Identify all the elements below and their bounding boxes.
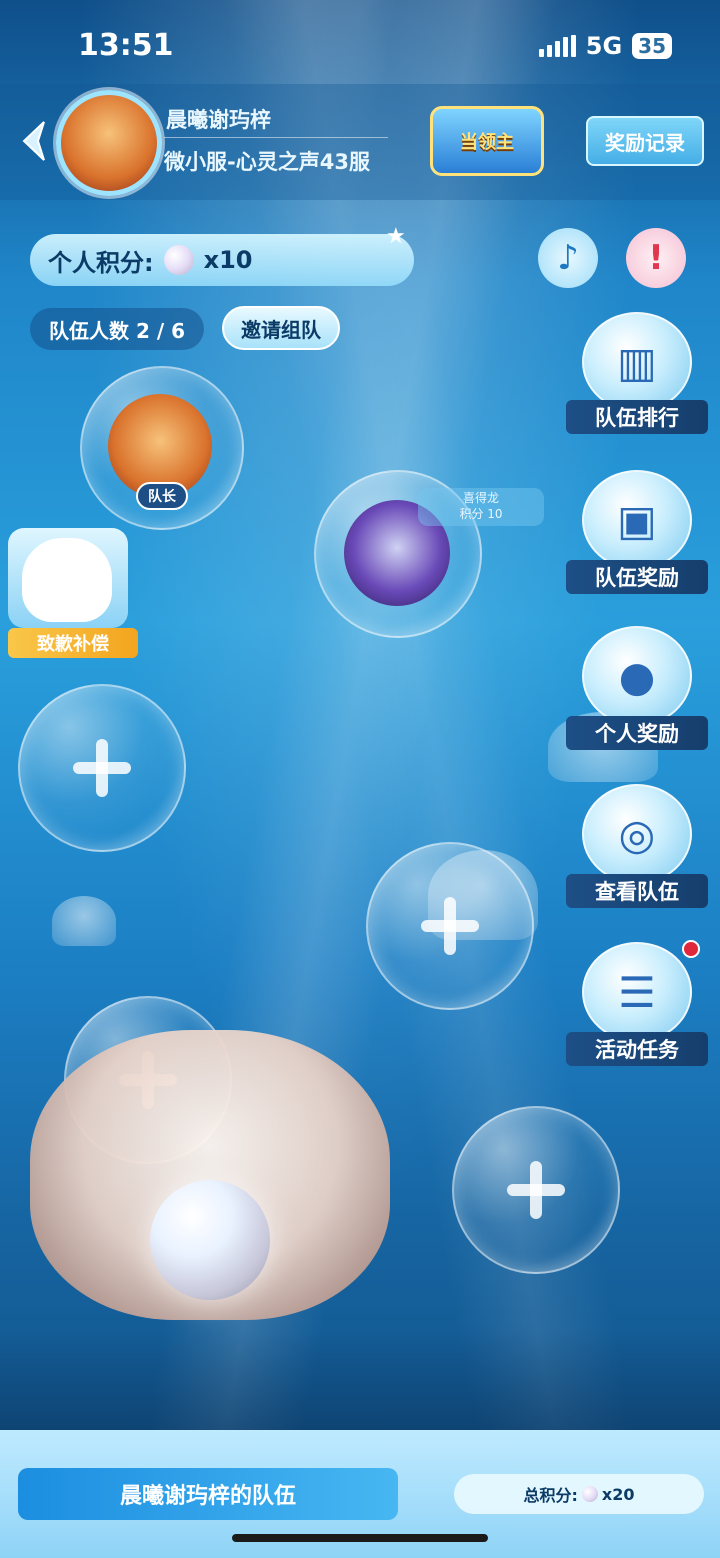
network-label: 5G [585, 32, 623, 60]
total-value: x20 [601, 1484, 635, 1504]
back-arrow-icon[interactable] [18, 118, 48, 164]
side-label: 查看队伍 [566, 874, 708, 908]
pearl-icon [581, 1486, 598, 1502]
home-indicator[interactable] [232, 1534, 488, 1542]
invite-team-button[interactable]: 邀请组队 [222, 306, 340, 350]
ghost-mascot-icon [22, 538, 112, 622]
alert-icon[interactable]: ! [626, 228, 686, 288]
game-logo: 当领主 [430, 106, 544, 176]
task-clipboard-icon: ☰ [582, 942, 692, 1042]
empty-slot-4[interactable] [452, 1106, 620, 1274]
total-label: 总积分: [523, 1486, 578, 1505]
music-icon[interactable]: ♪ [538, 228, 598, 288]
battery-icon: 35 [632, 33, 672, 59]
name-divider [164, 137, 388, 138]
reward-record-button[interactable]: 奖励记录 [586, 116, 704, 166]
team-count: 队伍人数 2 / 6 [30, 308, 204, 350]
score-value: x10 [203, 246, 253, 274]
team-rewards-button[interactable]: ▣ 队伍奖励 [566, 470, 708, 594]
server-name: 微小服-心灵之声43服 [164, 150, 370, 174]
team-name: 晨曦谢玙梓的队伍 [18, 1468, 398, 1520]
personal-rewards-button[interactable]: ● 个人奖励 [566, 626, 708, 750]
team-group-icon: ◎ [582, 784, 692, 884]
leader-badge: 队长 [136, 482, 188, 510]
plus-icon [73, 739, 131, 797]
status-indicators: 5G 35 [538, 32, 672, 60]
jellyfish-decoration [52, 896, 116, 946]
member-tag: 喜得龙 积分 10 [418, 488, 544, 526]
empty-slot-1[interactable] [18, 684, 186, 852]
signal-icon [538, 35, 576, 57]
pearl-icon [163, 245, 194, 275]
member-score: 积分 10 [459, 507, 503, 521]
plus-icon [507, 1161, 565, 1219]
player-avatar[interactable] [56, 90, 162, 196]
side-label: 个人奖励 [566, 716, 708, 750]
side-label: 队伍奖励 [566, 560, 708, 594]
side-label: 活动任务 [566, 1032, 708, 1066]
score-label: 个人积分: [48, 248, 154, 277]
member-name: 喜得龙 [462, 491, 499, 505]
ranking-podium-icon: ▥ [582, 312, 692, 412]
big-pearl-decoration [150, 1180, 270, 1300]
status-time: 13:51 [78, 28, 174, 63]
compensation-label[interactable]: 致歉补偿 [8, 628, 138, 658]
player-name: 晨曦谢玙梓 [166, 108, 271, 132]
personal-score-pill: 个人积分: x10 [30, 234, 414, 286]
treasure-chest-icon: ▣ [582, 470, 692, 570]
total-score-pill: 总积分: x20 [454, 1474, 704, 1514]
pearl-hand-icon: ● [582, 626, 692, 726]
seabed [0, 1330, 720, 1440]
activity-tasks-button[interactable]: ☰ 活动任务 [566, 942, 708, 1066]
view-team-button[interactable]: ◎ 查看队伍 [566, 784, 708, 908]
team-ranking-button[interactable]: ▥ 队伍排行 [566, 312, 708, 434]
side-label: 队伍排行 [566, 400, 708, 434]
star-icon: ★ [386, 224, 406, 249]
jellyfish-decoration [428, 850, 538, 940]
notification-dot [682, 940, 700, 958]
